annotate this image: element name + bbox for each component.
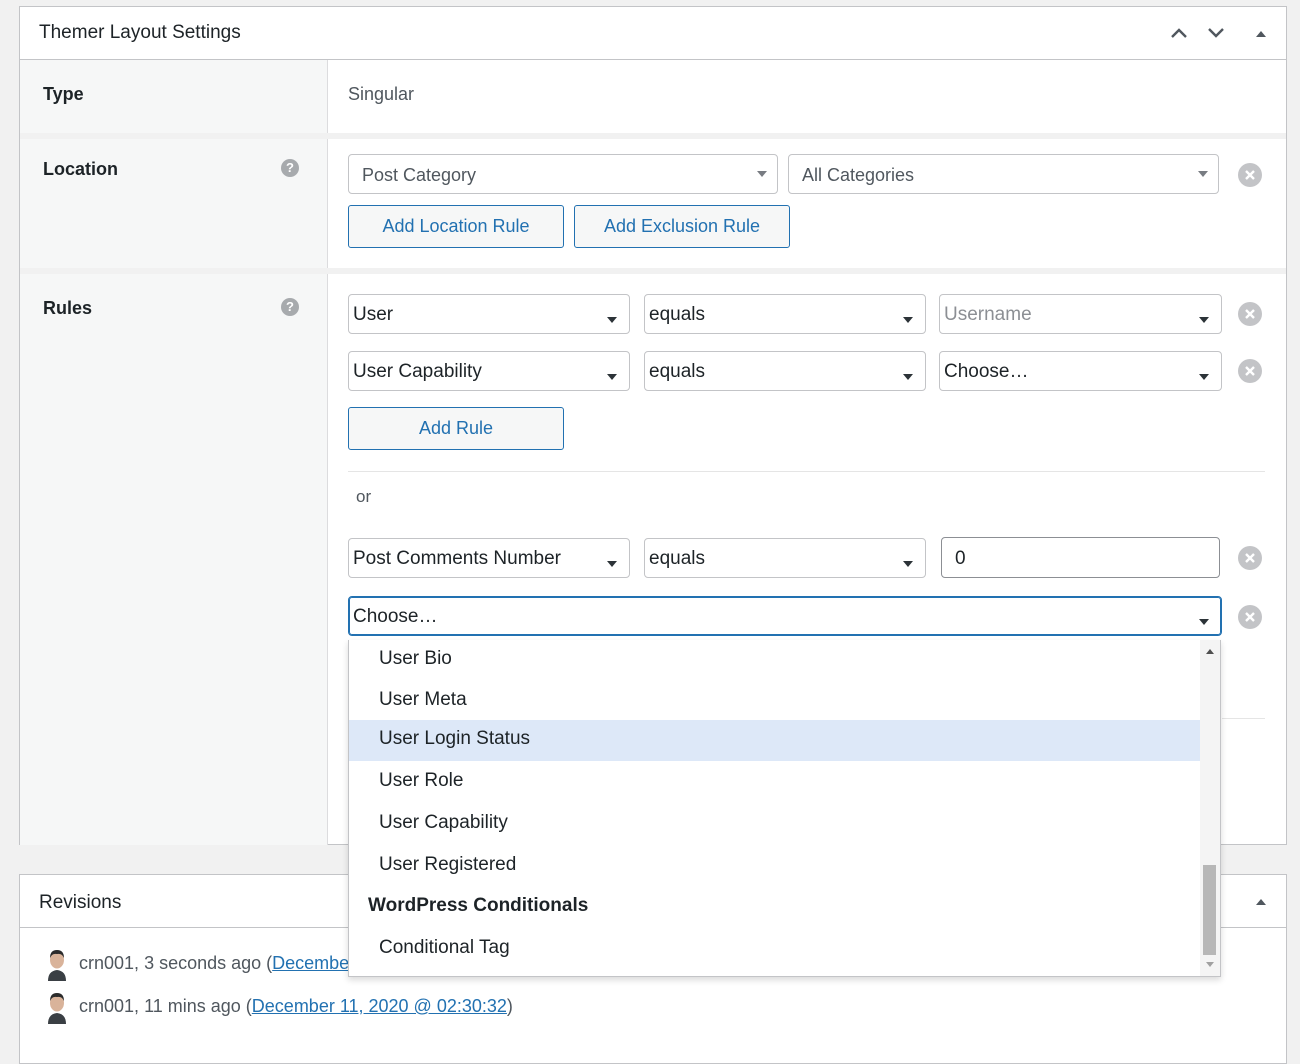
rule-operator-select[interactable]: equals: [644, 351, 926, 391]
location-value-select[interactable]: All Categories: [788, 154, 1219, 194]
remove-rule-button[interactable]: [1238, 605, 1262, 629]
type-value: Singular: [348, 84, 415, 104]
toggle-panel-button[interactable]: [1247, 19, 1275, 47]
add-location-rule-button[interactable]: Add Location Rule: [348, 205, 564, 248]
triangle-up-icon: [1256, 31, 1266, 37]
rule-field-select[interactable]: User: [348, 294, 630, 334]
remove-rule-button[interactable]: [1238, 359, 1262, 383]
dropdown-arrow-icon: [1199, 374, 1209, 380]
or-separator: or: [356, 487, 372, 506]
dropdown-arrow-icon: [757, 171, 767, 177]
rule-operator-select[interactable]: equals: [644, 294, 926, 334]
revision-time: 3 seconds ago: [144, 953, 262, 973]
rule-value-select[interactable]: Username: [939, 294, 1222, 334]
avatar: [44, 990, 70, 1024]
dropdown-option[interactable]: User Meta: [349, 681, 1201, 722]
rule-field-select-open[interactable]: Choose…: [348, 596, 1222, 636]
remove-rule-button[interactable]: [1238, 302, 1262, 326]
remove-rule-button[interactable]: [1238, 546, 1262, 570]
dropdown-arrow-icon: [903, 561, 913, 567]
dropdown-option[interactable]: User Capability: [349, 804, 1201, 845]
dropdown-scrollbar[interactable]: [1200, 640, 1220, 976]
dropdown-option[interactable]: User Bio: [349, 640, 1201, 681]
revision-link[interactable]: December 11, 2020 @ 02:30:32: [252, 996, 507, 1016]
chevron-down-icon: [1208, 28, 1224, 38]
location-type-select[interactable]: Post Category: [348, 154, 778, 194]
dropdown-option[interactable]: Conditional Tag: [349, 929, 1201, 970]
type-label: Type: [43, 84, 84, 104]
dropdown-arrow-icon: [903, 374, 913, 380]
location-label: Location: [43, 159, 118, 179]
scrollbar-thumb[interactable]: [1203, 865, 1216, 955]
remove-circle-icon: [1245, 366, 1255, 376]
rule-field-select[interactable]: Post Comments Number: [348, 538, 630, 578]
dropdown-arrow-icon: [1198, 171, 1208, 177]
scroll-up-icon[interactable]: [1206, 649, 1214, 654]
scroll-down-icon[interactable]: [1206, 962, 1214, 967]
remove-circle-icon: [1245, 170, 1255, 180]
avatar: [44, 947, 70, 981]
dropdown-arrow-icon: [1199, 317, 1209, 323]
rule-field-dropdown: User Bio User Meta User Login Status Use…: [348, 640, 1221, 977]
toggle-panel-button[interactable]: [1247, 887, 1275, 915]
dropdown-option[interactable]: User Role: [349, 762, 1201, 803]
move-down-button[interactable]: [1202, 19, 1230, 47]
rule-value-select[interactable]: Choose…: [939, 351, 1222, 391]
revision-author: crn001: [79, 953, 135, 973]
remove-circle-icon: [1245, 553, 1255, 563]
add-exclusion-rule-button[interactable]: Add Exclusion Rule: [574, 205, 790, 248]
help-icon[interactable]: ?: [281, 298, 299, 316]
revision-time: 11 mins ago: [144, 996, 241, 1016]
dropdown-option[interactable]: User Registered: [349, 846, 1201, 887]
triangle-up-icon: [1256, 899, 1266, 905]
rule-field-select[interactable]: User Capability: [348, 351, 630, 391]
add-rule-button[interactable]: Add Rule: [348, 407, 564, 450]
rule-operator-select[interactable]: equals: [644, 538, 926, 578]
remove-location-rule-button[interactable]: [1238, 163, 1262, 187]
panel-title: Themer Layout Settings: [39, 22, 241, 43]
dropdown-arrow-icon: [1199, 619, 1209, 625]
rules-label: Rules: [43, 298, 93, 318]
dropdown-arrow-icon: [607, 561, 617, 567]
dropdown-arrow-icon: [607, 317, 617, 323]
dropdown-group-label: WordPress Conditionals: [368, 895, 589, 916]
remove-circle-icon: [1245, 309, 1255, 319]
panel-title: Revisions: [39, 892, 122, 913]
chevron-up-icon: [1171, 28, 1187, 38]
dropdown-arrow-icon: [607, 374, 617, 380]
rule-value-input[interactable]: 0: [941, 537, 1220, 578]
move-up-button[interactable]: [1165, 19, 1193, 47]
revision-author: crn001: [79, 996, 135, 1016]
help-icon[interactable]: ?: [281, 159, 299, 177]
remove-circle-icon: [1245, 612, 1255, 622]
dropdown-arrow-icon: [903, 317, 913, 323]
dropdown-option-highlighted[interactable]: User Login Status: [349, 720, 1201, 761]
